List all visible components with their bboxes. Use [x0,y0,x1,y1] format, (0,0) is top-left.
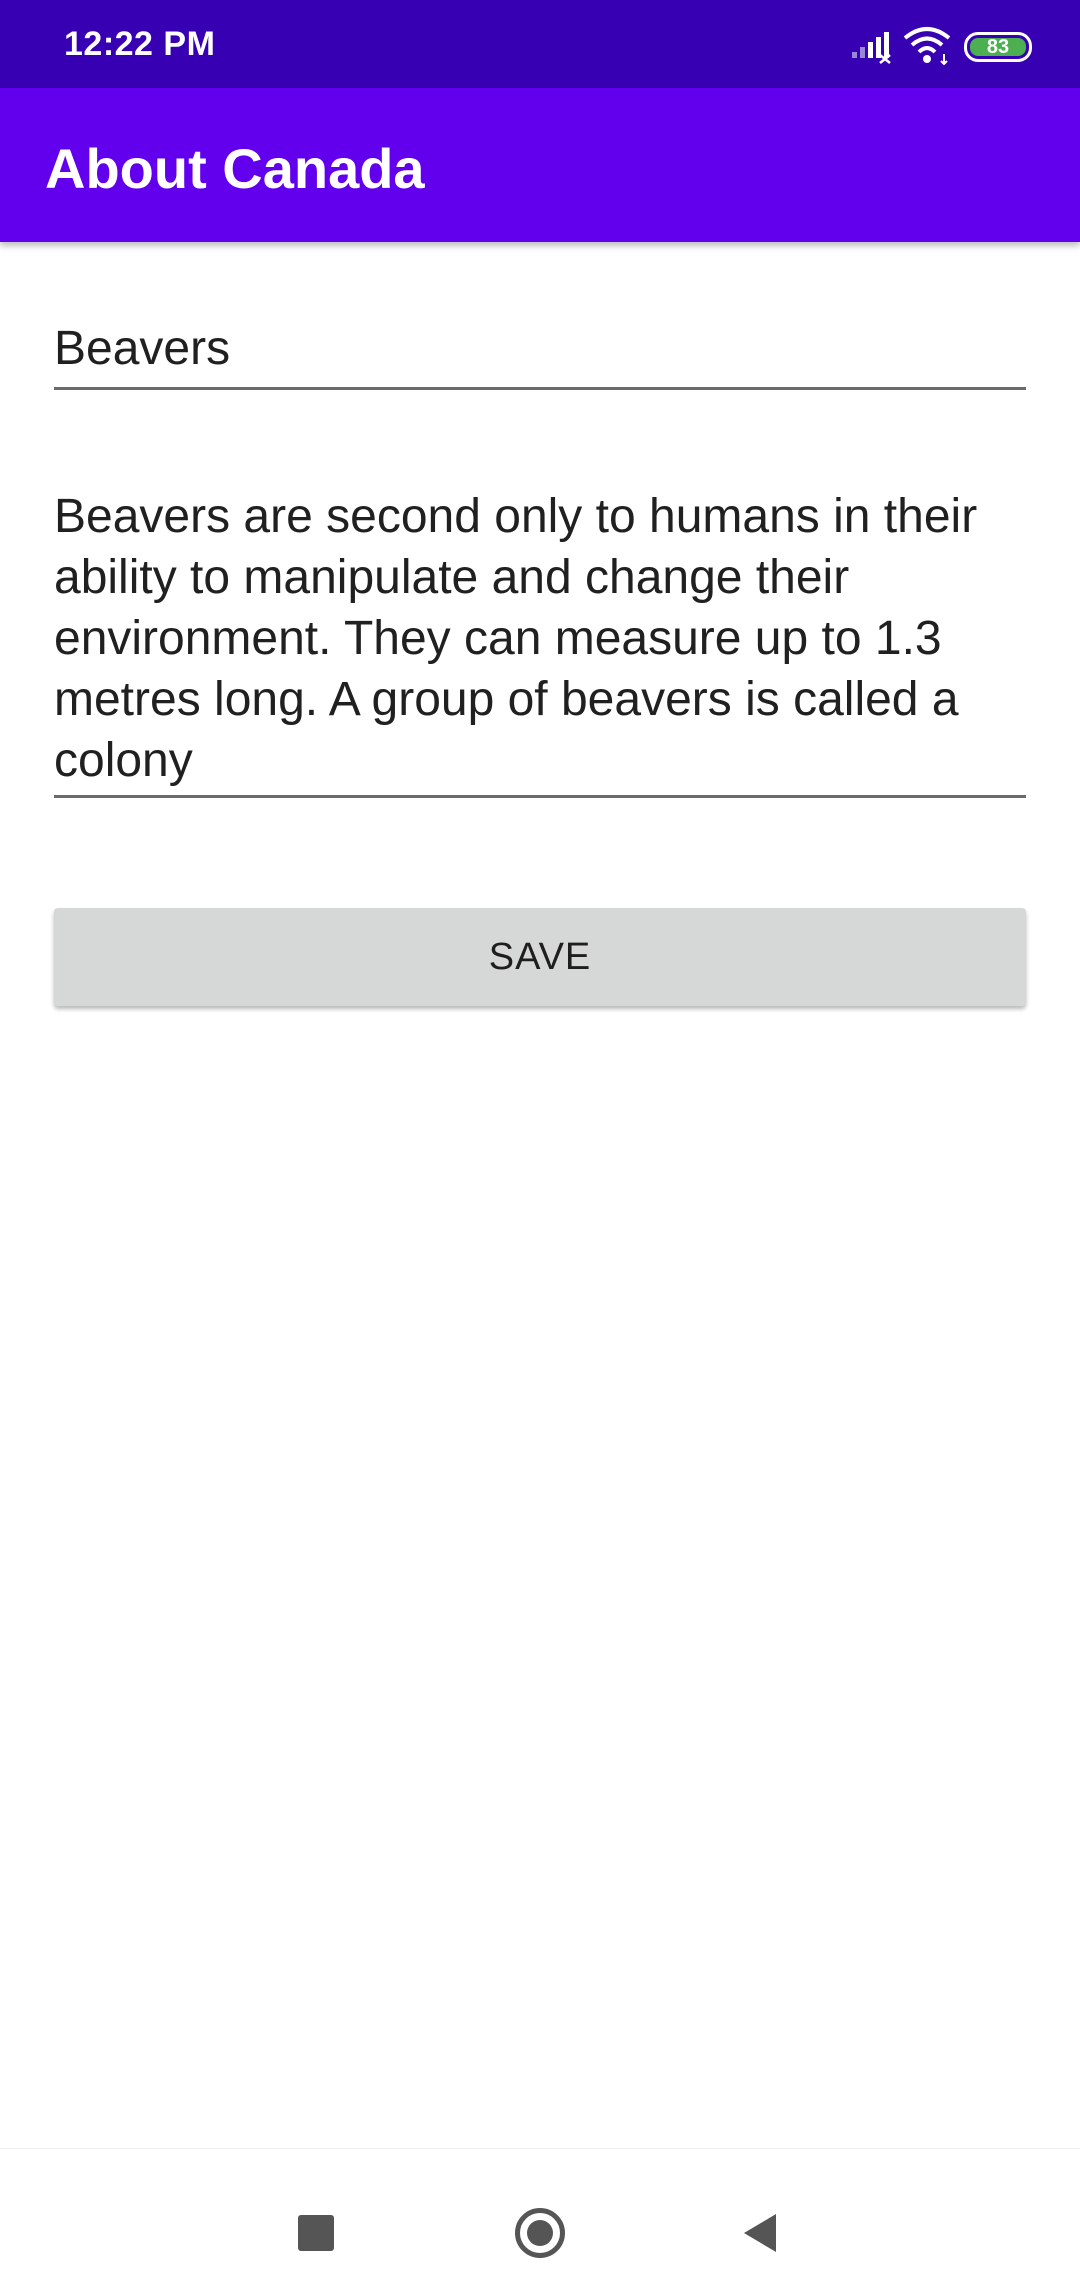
recents-icon[interactable] [298,2215,334,2251]
home-icon-inner [527,2220,553,2246]
screen: 12:22 PM 83 About Canada Beavers Beavers… [0,0,1080,2280]
battery-icon: 83 [964,32,1032,62]
description-input[interactable]: Beavers are second only to humans in the… [54,480,1026,798]
app-bar: About Canada [0,88,1080,242]
save-button[interactable]: SAVE [54,908,1026,1006]
signal-icon [852,32,891,64]
wifi-icon [903,27,951,66]
title-input[interactable]: Beavers [54,318,1026,390]
status-bar: 12:22 PM 83 [0,0,1080,88]
back-icon[interactable] [742,2212,778,2254]
navigation-bar [0,2148,1080,2280]
status-time: 12:22 PM [64,25,216,63]
battery-level: 83 [970,37,1026,57]
page-title: About Canada [45,137,425,200]
home-icon[interactable] [515,2208,565,2258]
